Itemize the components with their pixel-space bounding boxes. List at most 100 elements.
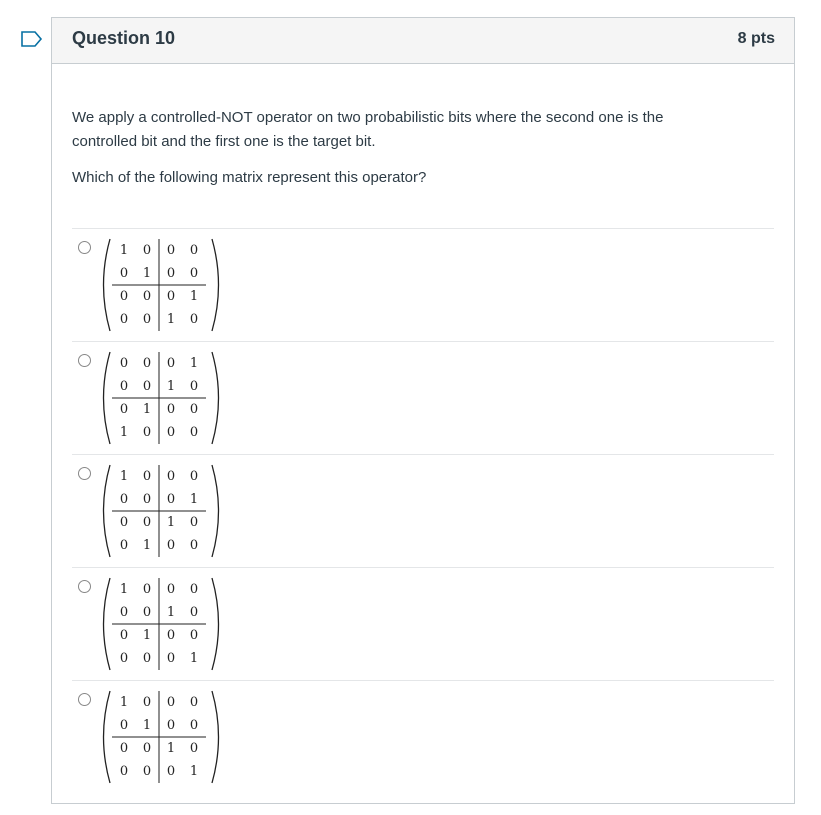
matrix-cell: 0 bbox=[143, 741, 151, 756]
matrix-cell: 1 bbox=[190, 651, 198, 666]
matrix-cell: 0 bbox=[120, 289, 128, 304]
matrix-cell: 1 bbox=[143, 402, 151, 417]
matrix-svg: 1 0 0 00 1 0 00 0 1 00 0 0 1 bbox=[102, 690, 220, 784]
matrix-cell: 0 bbox=[190, 628, 198, 643]
matrix-cell: 0 bbox=[190, 582, 198, 597]
matrix-cell: 0 bbox=[167, 582, 175, 597]
matrix-cell: 0 bbox=[167, 695, 175, 710]
matrix-cell: 0 bbox=[190, 425, 198, 440]
left-paren bbox=[102, 351, 111, 445]
matrix-cell: 0 bbox=[143, 515, 151, 530]
matrix-cell: 0 bbox=[190, 718, 198, 733]
matrix-cell: 0 bbox=[120, 379, 128, 394]
answer-list: 1000010000010010000100100100100010000001… bbox=[72, 228, 774, 793]
answer-option[interactable]: 1000010000010010 bbox=[72, 228, 774, 341]
matrix-cell: 0 bbox=[143, 582, 151, 597]
question-body: We apply a controlled-NOT operator on tw… bbox=[52, 106, 794, 793]
right-paren bbox=[211, 464, 220, 558]
answer-option[interactable]: 1000001001000001 bbox=[72, 567, 774, 680]
matrix-cell: 0 bbox=[120, 515, 128, 530]
left-paren bbox=[102, 577, 111, 671]
matrix-cell: 0 bbox=[120, 492, 128, 507]
matrix-cell: 0 bbox=[120, 538, 128, 553]
matrix-cell: 0 bbox=[120, 605, 128, 620]
matrix-cell: 0 bbox=[167, 289, 175, 304]
matrix-cell: 1 bbox=[120, 425, 128, 440]
matrix-cell: 1 bbox=[143, 266, 151, 281]
matrix-svg: 1 0 0 00 0 1 00 1 0 00 0 0 1 bbox=[102, 577, 220, 671]
matrix-cell: 0 bbox=[167, 628, 175, 643]
matrix-cell: 0 bbox=[120, 651, 128, 666]
matrix-cell: 1 bbox=[143, 718, 151, 733]
matrix-cell: 0 bbox=[190, 741, 198, 756]
matrix-svg: 1 0 0 00 0 0 10 0 1 00 1 0 0 bbox=[102, 464, 220, 558]
matrix-cell: 1 bbox=[190, 289, 198, 304]
answer-matrix: 0001001001001000 bbox=[100, 350, 224, 446]
matrix-cell: 0 bbox=[143, 469, 151, 484]
matrix-cell: 0 bbox=[120, 764, 128, 779]
matrix-svg: 1 0 0 00 1 0 00 0 0 10 0 1 0 bbox=[102, 238, 220, 332]
matrix-cell: 0 bbox=[190, 402, 198, 417]
answer-option[interactable]: 1000000100100100 bbox=[72, 454, 774, 567]
matrix-cell: 0 bbox=[167, 243, 175, 258]
matrix-cell: 0 bbox=[190, 243, 198, 258]
left-paren bbox=[102, 464, 111, 558]
matrix-cell: 0 bbox=[167, 425, 175, 440]
matrix-cell: 1 bbox=[167, 741, 175, 756]
matrix-cell: 1 bbox=[120, 582, 128, 597]
matrix-cell: 0 bbox=[167, 402, 175, 417]
matrix-cell: 1 bbox=[120, 469, 128, 484]
matrix-cell: 1 bbox=[190, 764, 198, 779]
right-paren bbox=[211, 238, 220, 332]
matrix-cell: 0 bbox=[190, 605, 198, 620]
matrix-cell: 0 bbox=[190, 695, 198, 710]
matrix-cell: 1 bbox=[167, 605, 175, 620]
matrix-cell: 0 bbox=[120, 628, 128, 643]
matrix-cell: 0 bbox=[167, 718, 175, 733]
answer-option[interactable]: 0001001001001000 bbox=[72, 341, 774, 454]
matrix-cell: 1 bbox=[167, 515, 175, 530]
matrix-cell: 0 bbox=[143, 605, 151, 620]
matrix-cell: 0 bbox=[143, 379, 151, 394]
matrix-cell: 0 bbox=[143, 289, 151, 304]
matrix-cell: 0 bbox=[120, 312, 128, 327]
question-text: We apply a controlled-NOT operator on tw… bbox=[72, 109, 664, 150]
matrix-cell: 0 bbox=[167, 764, 175, 779]
right-paren bbox=[211, 690, 220, 784]
matrix-cell: 0 bbox=[167, 492, 175, 507]
matrix-svg: 0 0 0 10 0 1 00 1 0 01 0 0 0 bbox=[102, 351, 220, 445]
matrix-cell: 1 bbox=[167, 312, 175, 327]
question-prompt: Which of the following matrix represent … bbox=[72, 169, 427, 186]
matrix-cell: 0 bbox=[143, 492, 151, 507]
matrix-cell: 0 bbox=[120, 356, 128, 371]
matrix-cell: 0 bbox=[120, 266, 128, 281]
question-flag-icon[interactable] bbox=[21, 31, 43, 47]
right-paren bbox=[211, 351, 220, 445]
right-paren bbox=[211, 577, 220, 671]
matrix-cell: 1 bbox=[143, 628, 151, 643]
matrix-cell: 0 bbox=[190, 379, 198, 394]
answer-option[interactable]: 1000010000100001 bbox=[72, 680, 774, 793]
answer-radio[interactable] bbox=[78, 693, 91, 706]
left-paren bbox=[102, 690, 111, 784]
matrix-cell: 0 bbox=[167, 266, 175, 281]
matrix-cell: 0 bbox=[167, 356, 175, 371]
matrix-cell: 0 bbox=[167, 651, 175, 666]
answer-radio[interactable] bbox=[78, 241, 91, 254]
question-header: Question 10 8 pts bbox=[52, 18, 794, 64]
answer-matrix: 1000010000010010 bbox=[100, 237, 224, 333]
matrix-cell: 0 bbox=[190, 312, 198, 327]
matrix-cell: 0 bbox=[120, 741, 128, 756]
left-paren bbox=[102, 238, 111, 332]
matrix-cell: 0 bbox=[143, 312, 151, 327]
answer-radio[interactable] bbox=[78, 467, 91, 480]
answer-matrix: 1000000100100100 bbox=[100, 463, 224, 559]
answer-radio[interactable] bbox=[78, 354, 91, 367]
question-title: Question 10 bbox=[72, 28, 176, 48]
question-card: Question 10 8 pts We apply a controlled-… bbox=[51, 17, 795, 804]
answer-radio[interactable] bbox=[78, 580, 91, 593]
matrix-cell: 1 bbox=[120, 243, 128, 258]
matrix-cell: 0 bbox=[190, 538, 198, 553]
answer-matrix: 1000001001000001 bbox=[100, 576, 224, 672]
matrix-cell: 0 bbox=[143, 356, 151, 371]
